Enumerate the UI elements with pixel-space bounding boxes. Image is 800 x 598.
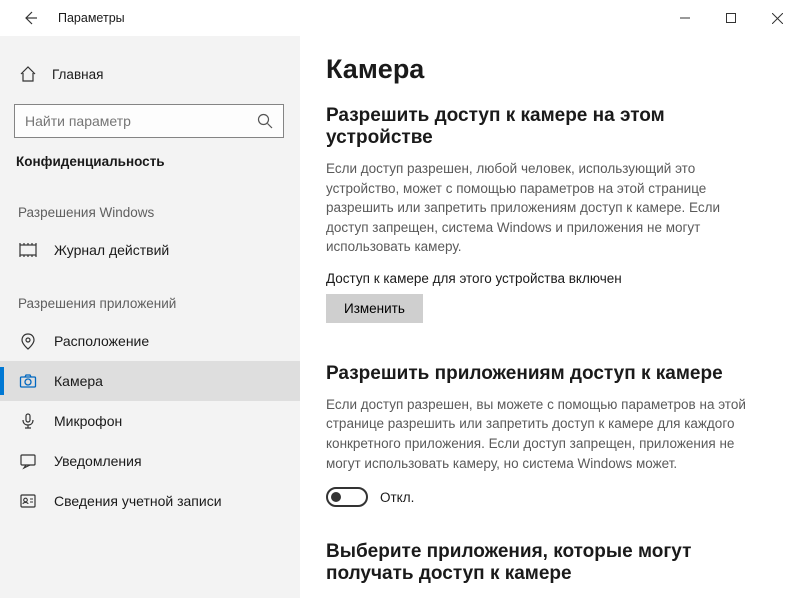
sidebar-home[interactable]: Главная [0,54,300,94]
search-box[interactable] [14,104,284,138]
search-icon [257,113,273,129]
microphone-icon [18,411,38,431]
back-button[interactable] [16,4,44,32]
sidebar-item-label: Уведомления [54,453,142,469]
section-allow-device-body: Если доступ разрешен, любой человек, исп… [326,159,756,257]
minimize-button[interactable] [662,2,708,34]
change-button[interactable]: Изменить [326,294,423,323]
sidebar-item-label: Расположение [54,333,149,349]
sidebar-item-activity-history[interactable]: Журнал действий [0,230,300,270]
window-title: Параметры [58,11,125,25]
camera-icon [18,371,38,391]
sidebar: Главная Конфиденциальность Разрешения Wi… [0,36,300,598]
sidebar-item-label: Камера [54,373,103,389]
search-input[interactable] [25,113,257,129]
apps-access-toggle-row: Откл. [326,487,774,507]
notification-icon [18,451,38,471]
sidebar-home-label: Главная [52,67,103,82]
sidebar-group-windows: Разрешения Windows [0,179,300,230]
sidebar-item-location[interactable]: Расположение [0,321,300,361]
sidebar-category: Конфиденциальность [0,146,300,179]
sidebar-item-microphone[interactable]: Микрофон [0,401,300,441]
sidebar-item-account-info[interactable]: Сведения учетной записи [0,481,300,521]
filmstrip-icon [18,240,38,260]
content-area[interactable]: Камера Разрешить доступ к камере на этом… [300,36,800,598]
sidebar-item-label: Журнал действий [54,242,169,258]
section-choose-apps-title: Выберите приложения, которые могут получ… [326,541,774,585]
section-allow-apps-body: Если доступ разрешен, вы можете с помощь… [326,395,756,473]
minimize-icon [680,13,690,23]
section-allow-device-title: Разрешить доступ к камере на этом устрой… [326,105,774,149]
apps-access-toggle-label: Откл. [380,490,414,505]
apps-access-toggle[interactable] [326,487,368,507]
home-icon [18,64,38,84]
titlebar: Параметры [0,0,800,36]
sidebar-item-camera[interactable]: Камера [0,361,300,401]
section-allow-apps-title: Разрешить приложениям доступ к камере [326,363,774,385]
sidebar-item-label: Микрофон [54,413,122,429]
window-buttons [662,2,800,34]
close-button[interactable] [754,2,800,34]
close-icon [772,13,783,24]
page-title: Камера [326,54,774,85]
sidebar-group-apps: Разрешения приложений [0,270,300,321]
account-info-icon [18,491,38,511]
sidebar-item-notifications[interactable]: Уведомления [0,441,300,481]
location-icon [18,331,38,351]
maximize-button[interactable] [708,2,754,34]
arrow-left-icon [22,10,38,26]
maximize-icon [726,13,736,23]
toggle-knob [331,492,341,502]
camera-device-status: Доступ к камере для этого устройства вкл… [326,271,774,286]
sidebar-item-label: Сведения учетной записи [54,493,222,509]
